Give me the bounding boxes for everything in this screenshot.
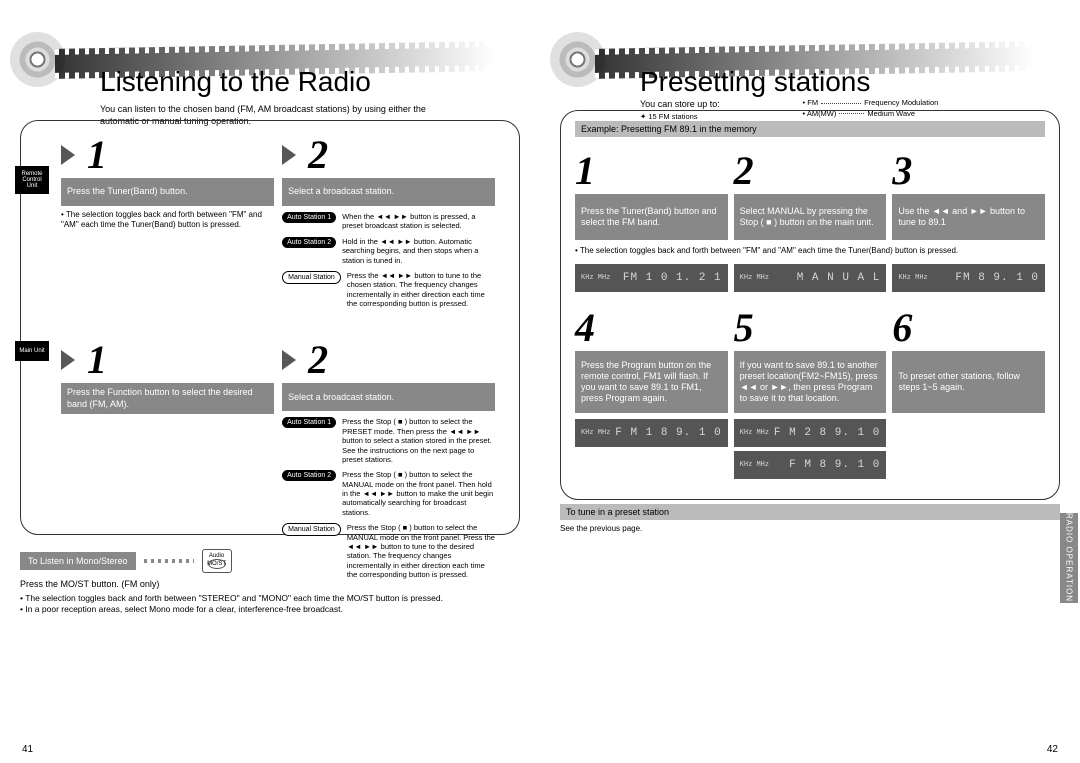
- instruction-frame: Remote Control Unit 1 Press the Tuner(Ba…: [20, 120, 520, 535]
- page-number: 41: [22, 744, 33, 755]
- lcd-display: KHz MHzF M 8 9. 1 0: [734, 451, 887, 479]
- lcd-row-3: KHz MHzF M 8 9. 1 0: [575, 451, 1045, 479]
- detail-text: Press the Stop ( ■ ) button to select th…: [342, 470, 495, 517]
- page-number: 42: [1047, 744, 1058, 755]
- pill-label: Manual Station: [282, 523, 341, 536]
- page-left: Listening to the Radio You can listen to…: [0, 0, 540, 763]
- step-number: 4: [575, 304, 595, 351]
- steps-1-3: 1Press the Tuner(Band) button and select…: [575, 147, 1045, 240]
- instruction-bar: Press the Program button on the remote c…: [575, 351, 728, 413]
- toggle-note: • The selection toggles back and forth b…: [575, 246, 1045, 256]
- detail-text: When the ◄◄ ►► button is pressed, a pres…: [342, 212, 495, 231]
- main-step-row: 1 Press the Function button to select th…: [61, 336, 505, 585]
- detail-text: Press the ◄◄ ►► button to tune to the ch…: [347, 271, 495, 309]
- remote-step1: 1 Press the Tuner(Band) button. • The se…: [61, 131, 274, 314]
- chevron-right-icon: [282, 350, 296, 370]
- instruction-bar: Select a broadcast station.: [282, 383, 495, 411]
- instruction-bar: Use the ◄◄ and ►► button to tune to 89.1: [892, 194, 1045, 240]
- example-bar: Example: Presetting FM 89.1 in the memor…: [575, 121, 1045, 137]
- instruction-bar: Press the Tuner(Band) button and select …: [575, 194, 728, 240]
- detail-list: Auto Station 1 When the ◄◄ ►► button is p…: [282, 212, 495, 308]
- pill-label: Auto Station 2: [282, 237, 336, 248]
- instruction-bar: Select a broadcast station.: [282, 178, 495, 206]
- tune-note: See the previous page.: [560, 524, 1060, 533]
- steps-4-6: 4Press the Program button on the remote …: [575, 304, 1045, 413]
- page-right: Presetting stations You can store up to:…: [540, 0, 1080, 763]
- lcd-row-2: KHz MHzF M 1 8 9. 1 0 KHz MHzF M 2 8 9. …: [575, 419, 1045, 447]
- chevron-right-icon: [61, 145, 75, 165]
- step-number: 5: [734, 304, 754, 351]
- remote-step-row: 1 Press the Tuner(Band) button. • The se…: [61, 131, 505, 314]
- lcd-display: KHz MHzM A N U A L: [734, 264, 887, 292]
- pill-label: Auto Station 2: [282, 470, 336, 481]
- detail-list: Auto Station 1 Press the Stop ( ■ ) butto…: [282, 417, 495, 579]
- lcd-display: KHz MHzF M 1 8 9. 1 0: [575, 419, 728, 447]
- detail-text: Hold in the ◄◄ ►► button. Automatic sear…: [342, 237, 495, 265]
- lcd-display: KHz MHzFM 1 0 1. 2 1: [575, 264, 728, 292]
- pill-label: Auto Station 1: [282, 417, 336, 428]
- step-number: 2: [734, 147, 754, 194]
- page-title: Presetting stations: [640, 66, 973, 98]
- pill-label: Auto Station 1: [282, 212, 336, 223]
- instruction-bar: Select MANUAL by pressing the Stop ( ■ )…: [734, 194, 887, 240]
- remote-step2: 2 Select a broadcast station. Auto Stati…: [282, 131, 495, 314]
- step-number: 2: [308, 132, 328, 177]
- section-tab: RADIO OPERATION: [1060, 513, 1078, 603]
- chevron-right-icon: [282, 145, 296, 165]
- main-step1: 1 Press the Function button to select th…: [61, 336, 274, 585]
- tune-header: To tune in a preset station: [560, 504, 1060, 520]
- instruction-bar: Press the Tuner(Band) button.: [61, 178, 274, 206]
- instruction-bar: To preset other stations, follow steps 1…: [892, 351, 1045, 413]
- page-title: Listening to the Radio: [100, 66, 430, 98]
- step-number: 1: [87, 337, 107, 382]
- instruction-bar: Press the Function button to select the …: [61, 383, 274, 414]
- mono-notes: • The selection toggles back and forth b…: [20, 593, 520, 616]
- step-number: 6: [892, 304, 912, 351]
- lcd-display: KHz MHzFM 8 9. 1 0: [892, 264, 1045, 292]
- remote-unit-label: Remote Control Unit: [15, 166, 49, 194]
- step-number: 1: [575, 147, 595, 194]
- step-note: • The selection toggles back and forth b…: [61, 210, 274, 230]
- cd-icon: [550, 32, 605, 87]
- chevron-right-icon: [61, 350, 75, 370]
- pill-label: Manual Station: [282, 271, 341, 284]
- heading-block: Listening to the Radio You can listen to…: [100, 66, 430, 127]
- cd-icon: [10, 32, 65, 87]
- instruction-frame: Example: Presetting FM 89.1 in the memor…: [560, 110, 1060, 500]
- instruction-bar: If you want to save 89.1 to another pres…: [734, 351, 887, 413]
- step-number: 2: [308, 337, 328, 382]
- step-number: 3: [892, 147, 912, 194]
- detail-text: Press the Stop ( ■ ) button to select th…: [342, 417, 495, 464]
- main-step2: 2 Select a broadcast station. Auto Stati…: [282, 336, 495, 585]
- lcd-display: KHz MHzF M 2 8 9. 1 0: [734, 419, 887, 447]
- main-unit-label: Main Unit: [15, 341, 49, 361]
- detail-text: Press the Stop ( ■ ) button to select th…: [347, 523, 495, 579]
- step-number: 1: [87, 132, 107, 177]
- lcd-row-1: KHz MHzFM 1 0 1. 2 1 KHz MHzM A N U A L …: [575, 264, 1045, 292]
